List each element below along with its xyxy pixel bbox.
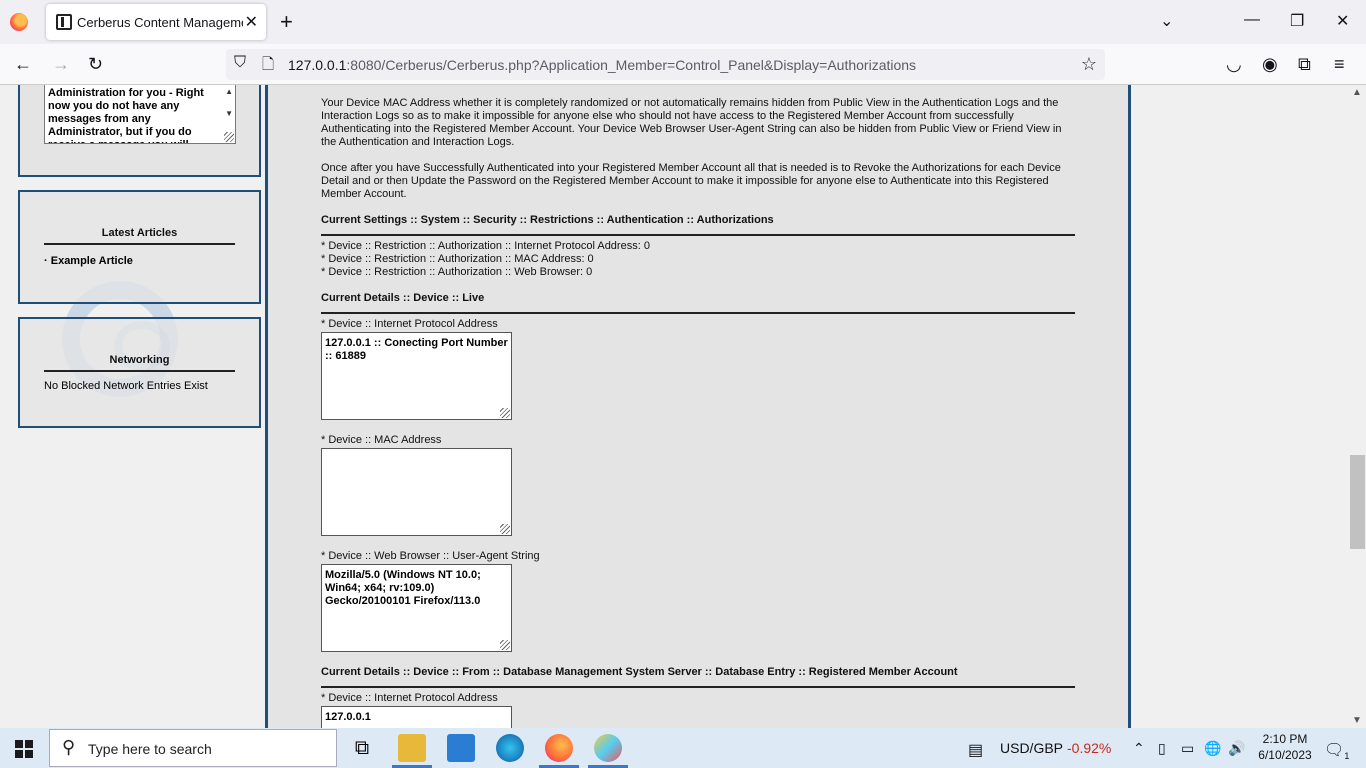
- setting-browser-restriction: * Device :: Restriction :: Authorization…: [321, 266, 593, 278]
- show-hidden-icons-icon[interactable]: ⌃: [1133, 740, 1145, 757]
- device-icon[interactable]: ▯: [1158, 740, 1166, 757]
- mac-address-paragraph: Your Device MAC Address whether it is co…: [321, 97, 1062, 148]
- clock-date: 6/10/2023: [1258, 748, 1312, 762]
- windows-start-icon[interactable]: [15, 740, 33, 758]
- ip-address-textarea[interactable]: 127.0.0.1 :: Conecting Port Number :: 61…: [321, 332, 512, 420]
- ip-address-label: * Device :: Internet Protocol Address: [321, 318, 498, 330]
- article-list-item[interactable]: · Example Article: [44, 255, 133, 267]
- windows-taskbar: ⚲ Type here to search ⧉ ▤ USD/GBP -0.92%…: [0, 728, 1366, 768]
- network-globe-icon[interactable]: 🌐: [1204, 740, 1221, 757]
- setting-mac-restriction: * Device :: Restriction :: Authorization…: [321, 253, 594, 265]
- ip-address-value: 127.0.0.1 :: Conecting Port Number :: 61…: [325, 337, 508, 362]
- mail-icon[interactable]: [447, 734, 475, 762]
- list-all-tabs-icon[interactable]: ⌄: [1160, 11, 1173, 31]
- article-link[interactable]: Example Article: [51, 255, 133, 267]
- database-details-heading: Current Details :: Device :: From :: Dat…: [321, 666, 1075, 688]
- taskbar-clock[interactable]: 2:10 PM 6/10/2023: [1256, 731, 1314, 763]
- messages-box: Administration for you - Right now you d…: [18, 85, 261, 177]
- url-text[interactable]: 127.0.0.1:8080/Cerberus/Cerberus.php?App…: [288, 57, 916, 73]
- page-scrollbar[interactable]: ▲ ▼: [1349, 85, 1366, 728]
- textarea-scroll-down-icon[interactable]: ▼: [225, 107, 233, 120]
- scroll-down-icon[interactable]: ▼: [1352, 715, 1362, 726]
- page-viewport: Administration for you - Right now you d…: [0, 85, 1349, 728]
- ticker-label[interactable]: USD/GBP: [1000, 740, 1063, 756]
- scroll-up-icon[interactable]: ▲: [1352, 87, 1362, 98]
- scrollbar-thumb[interactable]: [1350, 455, 1365, 549]
- site-favicon-icon: [56, 14, 72, 30]
- tab-close-icon[interactable]: ✕: [245, 12, 258, 32]
- volume-icon[interactable]: 🔊: [1228, 740, 1245, 757]
- db-ip-address-value: 127.0.0.1: [325, 711, 371, 723]
- search-placeholder: Type here to search: [88, 741, 212, 757]
- task-view-icon[interactable]: ⧉: [348, 734, 376, 762]
- networking-status: No Blocked Network Entries Exist: [44, 380, 208, 392]
- networking-box: Networking No Blocked Network Entries Ex…: [18, 317, 261, 428]
- account-icon[interactable]: ◉: [1262, 54, 1278, 75]
- db-ip-address-textarea[interactable]: 127.0.0.1: [321, 706, 512, 728]
- pocket-icon[interactable]: ◡: [1226, 54, 1242, 75]
- latest-articles-title: Latest Articles: [44, 227, 235, 245]
- app-menu-icon[interactable]: ≡: [1334, 54, 1345, 75]
- minimize-button[interactable]: —: [1244, 11, 1260, 29]
- shield-icon[interactable]: ⛉: [234, 54, 246, 72]
- messages-text: Administration for you - Right now you d…: [48, 87, 204, 143]
- ticker-change[interactable]: -0.92%: [1067, 740, 1111, 756]
- paint-icon[interactable]: [594, 734, 622, 762]
- mac-address-label: * Device :: MAC Address: [321, 434, 442, 446]
- latest-articles-box: Latest Articles · Example Article: [18, 190, 261, 304]
- extensions-icon[interactable]: ⧉: [1298, 54, 1311, 75]
- taskbar-search-box[interactable]: ⚲ Type here to search: [49, 729, 337, 767]
- file-explorer-icon[interactable]: [398, 734, 426, 762]
- url-path: :8080/Cerberus/Cerberus.php?Application_…: [346, 57, 917, 73]
- notification-count: 1: [1344, 751, 1350, 762]
- user-agent-label: * Device :: Web Browser :: User-Agent St…: [321, 550, 540, 562]
- resize-grip-icon[interactable]: [500, 524, 510, 534]
- restore-button[interactable]: ❐: [1290, 11, 1304, 31]
- close-window-button[interactable]: ✕: [1336, 11, 1349, 31]
- messages-textarea[interactable]: Administration for you - Right now you d…: [44, 85, 236, 144]
- news-widget-icon[interactable]: ▤: [968, 740, 983, 760]
- mac-address-textarea[interactable]: [321, 448, 512, 536]
- page-info-icon[interactable]: 🗋: [262, 54, 274, 79]
- main-content: Your Device MAC Address whether it is co…: [265, 85, 1131, 728]
- tab-title: Cerberus Content Management: [77, 15, 243, 30]
- notifications-icon[interactable]: 🗨1: [1324, 740, 1349, 761]
- settings-heading: Current Settings :: System :: Security :…: [321, 214, 1075, 236]
- user-agent-value: Mozilla/5.0 (Windows NT 10.0; Win64; x64…: [325, 569, 481, 607]
- forward-arrow-icon[interactable]: →: [52, 54, 70, 75]
- firefox-menu-icon[interactable]: [10, 13, 28, 31]
- resize-grip-icon[interactable]: [224, 132, 234, 142]
- search-icon: ⚲: [62, 737, 76, 757]
- reload-icon[interactable]: ↻: [88, 54, 103, 75]
- setting-ip-restriction: * Device :: Restriction :: Authorization…: [321, 240, 650, 252]
- tab-cerberus[interactable]: Cerberus Content Management ✕: [46, 4, 266, 40]
- revoke-paragraph: Once after you have Successfully Authent…: [321, 162, 1061, 200]
- battery-icon[interactable]: ▭: [1181, 740, 1194, 757]
- clock-time: 2:10 PM: [1262, 732, 1308, 746]
- textarea-scroll-up-icon[interactable]: ▲: [225, 85, 233, 98]
- back-arrow-icon[interactable]: ←: [14, 54, 32, 75]
- user-agent-textarea[interactable]: Mozilla/5.0 (Windows NT 10.0; Win64; x64…: [321, 564, 512, 652]
- navigation-toolbar: ← → ↻ ⛉ 🗋 127.0.0.1:8080/Cerberus/Cerber…: [0, 44, 1366, 85]
- bookmark-star-icon[interactable]: ☆: [1081, 54, 1097, 75]
- tab-bar: Cerberus Content Management ✕ + ⌄ — ❐ ✕: [0, 0, 1366, 44]
- db-ip-address-label: * Device :: Internet Protocol Address: [321, 692, 498, 704]
- url-host: 127.0.0.1: [288, 57, 347, 73]
- networking-title: Networking: [44, 354, 235, 372]
- resize-grip-icon[interactable]: [500, 408, 510, 418]
- resize-grip-icon[interactable]: [500, 640, 510, 650]
- live-details-heading: Current Details :: Device :: Live: [321, 292, 1075, 314]
- edge-icon[interactable]: [496, 734, 524, 762]
- firefox-taskbar-icon[interactable]: [545, 734, 573, 762]
- address-bar[interactable]: ⛉ 🗋 127.0.0.1:8080/Cerberus/Cerberus.php…: [226, 49, 1105, 80]
- new-tab-button[interactable]: +: [280, 9, 293, 35]
